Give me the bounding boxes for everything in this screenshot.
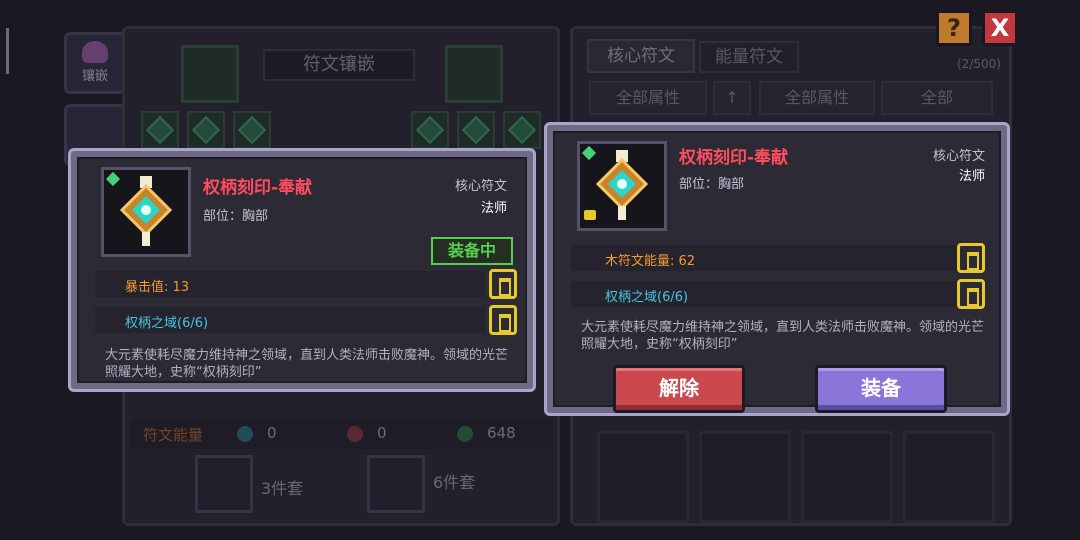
rune-icon-frame [577, 141, 667, 231]
scroll-indicator [6, 28, 9, 74]
core-slot-right[interactable] [445, 45, 503, 103]
gem-icon [237, 115, 267, 145]
rune-type: 核心符文 [454, 179, 507, 194]
core-slot-left[interactable] [181, 45, 239, 103]
set-row: 权柄之域(6/6) [95, 307, 485, 333]
stat-text: 木符文能量: 62 [605, 254, 696, 269]
set-3-label: 3件套 [261, 479, 304, 498]
rune-type: 核心符文 [932, 149, 985, 164]
lock-icon [584, 210, 596, 220]
lock-stat-button[interactable] [957, 243, 985, 273]
help-button[interactable]: ? [936, 10, 972, 46]
close-button[interactable]: X [982, 10, 1018, 46]
sort-arrow-button[interactable]: ↑ [713, 81, 751, 115]
rune-icon [82, 41, 108, 63]
rune-slot[interactable] [503, 111, 541, 149]
rune-grid-cell[interactable] [597, 431, 689, 523]
energy-row: 符文能量 0 0 648 [131, 419, 551, 449]
energy-value: 0 [377, 424, 387, 442]
rune-grid-cell[interactable] [699, 431, 791, 523]
rune-slot[interactable] [457, 111, 495, 149]
rune-class: 法师 [480, 201, 507, 216]
rune-description: 大元素使耗尽魔力维持神之领域，直到人类法师击败魔神。领域的光芒照耀大地，史称“权… [581, 320, 985, 352]
rune-name: 权柄刻印-奉献 [679, 148, 789, 168]
rune-detail-card-selected: 权柄刻印-奉献 部位：胸部 核心符文 法师 木符文能量: 62 权柄之域(6/6… [544, 122, 1010, 416]
energy-label: 符文能量 [143, 426, 204, 444]
energy-cyan-icon [237, 426, 253, 442]
rune-grid-cell[interactable] [903, 431, 995, 523]
lock-set-button[interactable] [957, 279, 985, 309]
inlay-panel-title: 符文镶嵌 [263, 49, 415, 81]
filter-attribute-1[interactable]: 全部属性 [589, 81, 707, 115]
rune-class: 法师 [958, 169, 985, 184]
filter-all[interactable]: 全部 [881, 81, 993, 115]
rune-description: 大元素使耗尽魔力维持神之领域，直到人类法师击败魔神。领域的光芒照耀大地，史称“权… [105, 348, 509, 380]
gem-icon [461, 115, 491, 145]
set-6-icon [367, 455, 425, 513]
filter-attribute-2[interactable]: 全部属性 [759, 81, 875, 115]
equipped-badge: 装备中 [431, 237, 513, 265]
scepter-rune-icon [119, 176, 173, 246]
gem-icon [507, 115, 537, 145]
rune-slot[interactable] [141, 111, 179, 149]
unequip-button[interactable]: 解除 [613, 365, 745, 413]
set-text: 权柄之域(6/6) [125, 316, 209, 331]
tab-energy-rune[interactable]: 能量符文 [699, 41, 799, 73]
side-tab-inlay-label: 镶嵌 [81, 69, 108, 84]
equip-button[interactable]: 装备 [815, 365, 947, 413]
rune-slot[interactable] [187, 111, 225, 149]
energy-value: 0 [267, 424, 277, 442]
gem-icon [191, 115, 221, 145]
stat-row: 木符文能量: 62 [571, 245, 963, 271]
energy-value: 648 [487, 424, 516, 442]
set-6-label: 6件套 [433, 473, 476, 492]
set-text: 权柄之域(6/6) [605, 290, 689, 305]
rune-grid-cell[interactable] [801, 431, 893, 523]
stat-row: 暴击值: 13 [95, 271, 485, 297]
gem-icon [145, 115, 175, 145]
lock-set-button[interactable] [489, 305, 517, 335]
rune-name: 权柄刻印-奉献 [203, 178, 313, 198]
rune-slot[interactable] [411, 111, 449, 149]
side-tab-inlay[interactable]: 镶嵌 [64, 32, 126, 94]
gem-icon [415, 115, 445, 145]
rune-slot-label: 部位：胸部 [203, 209, 269, 224]
energy-red-icon [347, 426, 363, 442]
rune-icon-frame [101, 167, 191, 257]
lock-stat-button[interactable] [489, 269, 517, 299]
rune-slot[interactable] [233, 111, 271, 149]
rune-count: (2/500) [957, 57, 1001, 71]
stat-text: 暴击值: 13 [125, 280, 190, 295]
set-row: 权柄之域(6/6) [571, 281, 963, 307]
set-3-icon [195, 455, 253, 513]
tab-core-rune[interactable]: 核心符文 [587, 39, 695, 73]
rune-detail-card-equipped: 权柄刻印-奉献 部位：胸部 核心符文 法师 装备中 暴击值: 13 权柄之域(6… [68, 148, 536, 392]
rune-slot-label: 部位：胸部 [679, 177, 745, 192]
energy-green-icon [457, 426, 473, 442]
